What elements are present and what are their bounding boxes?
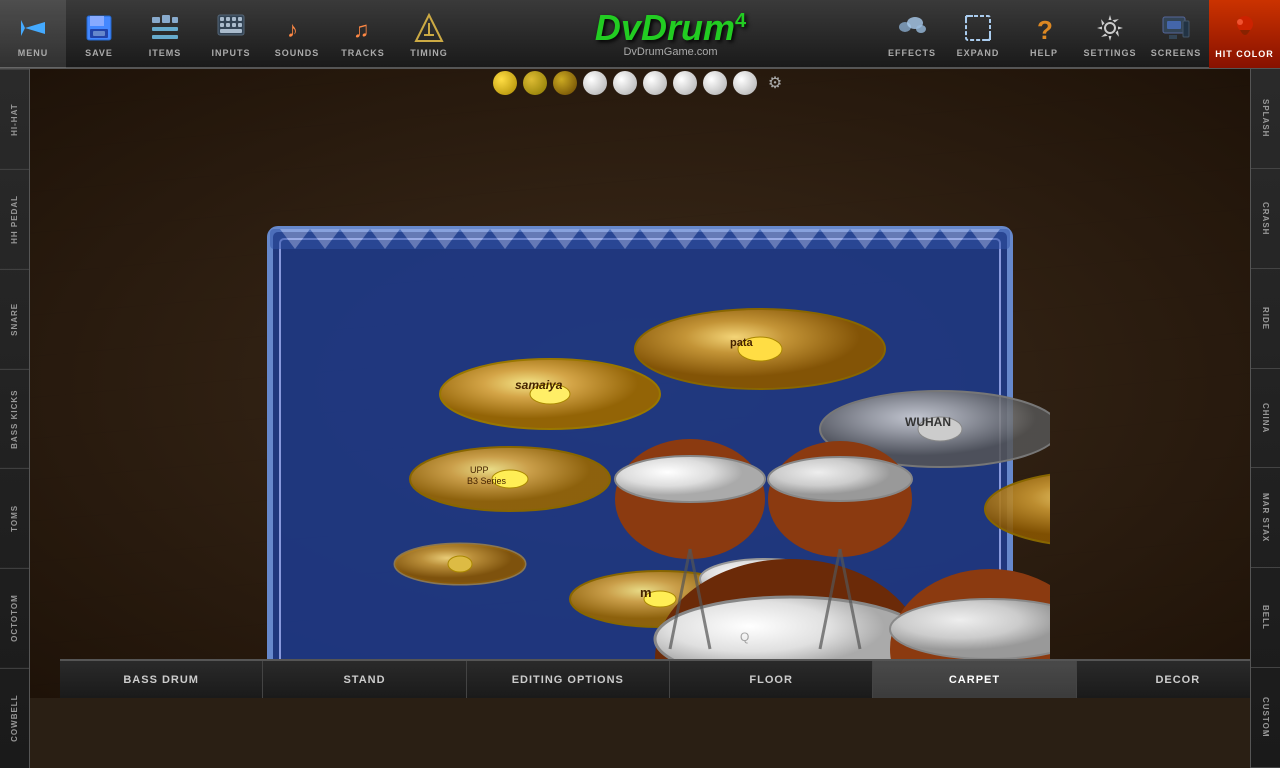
- svg-text:♪: ♪: [287, 17, 298, 42]
- hit-color-icon: [1227, 9, 1263, 45]
- sidebar-item-mar-stax[interactable]: MAR STAX: [1251, 468, 1280, 568]
- right-sidebar: SPLASH CRASH RIDE CHINA MAR STAX BELL CU…: [1250, 69, 1280, 768]
- sidebar-item-crash[interactable]: CRASH: [1251, 169, 1280, 269]
- hit-color-button[interactable]: HIT COLOR: [1209, 0, 1280, 68]
- main-content: ⚙: [30, 69, 1250, 698]
- svg-text:m: m: [640, 585, 652, 600]
- save-icon: [81, 10, 117, 46]
- sidebar-item-bass-kicks[interactable]: BASS KICKS: [0, 369, 29, 469]
- expand-button[interactable]: EXPAND: [945, 0, 1011, 68]
- svg-text:♫: ♫: [353, 17, 370, 42]
- expand-icon: [960, 10, 996, 46]
- sidebar-item-hi-hat[interactable]: HI-HAT: [0, 69, 29, 169]
- settings-icon: [1092, 10, 1128, 46]
- sounds-icon: ♪: [279, 10, 315, 46]
- save-button[interactable]: SAVE: [66, 0, 132, 68]
- toolbar: MENU SAVE ITEMS: [0, 0, 1280, 69]
- decor-button[interactable]: DECOR: [1077, 661, 1250, 698]
- tracks-button[interactable]: ♫ TRACKS: [330, 0, 396, 68]
- inputs-button[interactable]: INPUTS: [198, 0, 264, 68]
- svg-text:Q: Q: [740, 630, 749, 644]
- svg-text:WUHAN: WUHAN: [905, 415, 951, 429]
- svg-text:B3 Series: B3 Series: [467, 476, 507, 486]
- sidebar-item-toms[interactable]: TOMS: [0, 468, 29, 568]
- sidebar-item-ride[interactable]: RIDE: [1251, 269, 1280, 369]
- menu-icon: [15, 10, 51, 46]
- sidebar-item-splash[interactable]: SPLASH: [1251, 69, 1280, 169]
- sidebar-item-china[interactable]: CHINA: [1251, 369, 1280, 469]
- bass-drum-button[interactable]: BASS DRUM: [60, 661, 263, 698]
- stand-button[interactable]: STAND: [263, 661, 466, 698]
- effects-icon: [894, 10, 930, 46]
- timing-button[interactable]: TIMING: [396, 0, 462, 68]
- settings-button[interactable]: SETTINGS: [1077, 0, 1143, 68]
- carpet-button[interactable]: CARPET: [873, 661, 1076, 698]
- svg-text:pata: pata: [730, 337, 754, 349]
- inputs-icon: [213, 10, 249, 46]
- svg-text:samaiya: samaiya: [515, 378, 563, 392]
- effects-button[interactable]: EFFECTS: [879, 0, 945, 68]
- menu-button[interactable]: MENU: [0, 0, 66, 68]
- drum-area: samaiya pata WUHAN UPP B3 Series: [30, 69, 1250, 698]
- bottom-bar: BASS DRUM STAND EDITING OPTIONS FLOOR CA…: [60, 659, 1250, 698]
- floor-button[interactable]: FLOOR: [670, 661, 873, 698]
- items-icon: [147, 10, 183, 46]
- timing-icon: [411, 10, 447, 46]
- sidebar-item-octotom[interactable]: OCTOTOM: [0, 568, 29, 668]
- sidebar-item-cowbell[interactable]: COWBELL: [0, 668, 29, 768]
- editing-options-button[interactable]: EDITING OPTIONS: [467, 661, 670, 698]
- screens-icon: [1158, 10, 1194, 46]
- sidebar-item-hh-pedal[interactable]: HH PEDAL: [0, 169, 29, 269]
- tracks-icon: ♫: [345, 10, 381, 46]
- items-button[interactable]: ITEMS: [132, 0, 198, 68]
- sidebar-item-custom[interactable]: CUSTOM: [1251, 668, 1280, 768]
- sidebar-item-snare[interactable]: SNARE: [0, 269, 29, 369]
- sidebar-item-bell[interactable]: BELL: [1251, 568, 1280, 668]
- help-icon: ?: [1026, 10, 1062, 46]
- logo: DvDrum4 DvDrumGame.com: [462, 10, 879, 58]
- svg-text:UPP: UPP: [470, 465, 489, 475]
- sounds-button[interactable]: ♪ SOUNDS: [264, 0, 330, 68]
- left-sidebar: HI-HAT HH PEDAL SNARE BASS KICKS TOMS OC…: [0, 69, 30, 768]
- svg-text:?: ?: [1037, 15, 1053, 43]
- screens-button[interactable]: SCREENS: [1143, 0, 1209, 68]
- drum-kit-visualization: samaiya pata WUHAN UPP B3 Series: [230, 149, 1050, 698]
- help-button[interactable]: ? HELP: [1011, 0, 1077, 68]
